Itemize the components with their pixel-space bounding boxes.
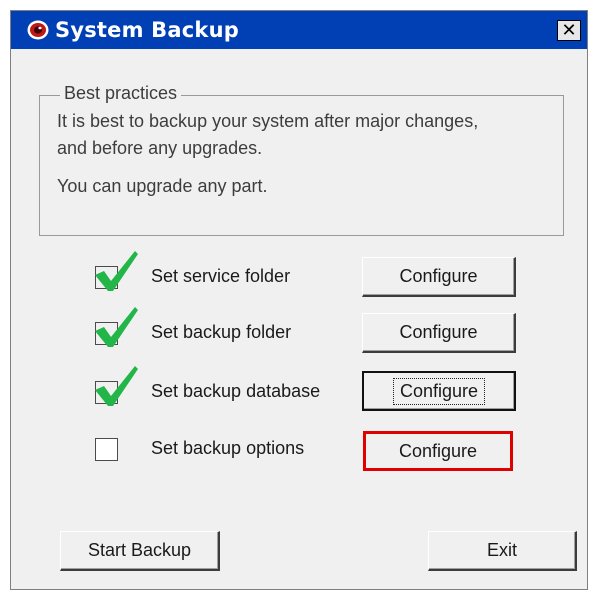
best-practices-line-2: and before any upgrades. — [57, 138, 263, 158]
best-practices-legend: Best practices — [60, 83, 182, 104]
window-title: System Backup — [55, 18, 239, 42]
backup-database-label: Set backup database — [151, 381, 321, 401]
configure-label: Configure — [398, 440, 478, 461]
configure-backup-folder-button[interactable]: Configure — [362, 313, 516, 353]
service-folder-label: Set service folder — [151, 266, 291, 286]
backup-options-label: Set backup options — [151, 438, 305, 458]
configure-label: Configure — [392, 377, 486, 405]
best-practices-line-3: You can upgrade any part. — [57, 176, 268, 196]
checkmark-icon — [95, 307, 138, 347]
configure-backup-database-button[interactable]: Configure — [362, 371, 516, 411]
close-button[interactable]: ✕ — [557, 20, 581, 41]
exit-button[interactable]: Exit — [428, 531, 577, 571]
eye-icon — [27, 20, 49, 40]
service-folder-checkbox[interactable] — [95, 251, 138, 291]
best-practices-line-1: It is best to backup your system after m… — [57, 111, 479, 131]
start-backup-label: Start Backup — [87, 540, 192, 560]
configure-backup-options-button[interactable]: Configure — [363, 431, 513, 471]
configure-service-folder-button[interactable]: Configure — [362, 257, 516, 297]
backup-folder-checkbox[interactable] — [95, 307, 138, 347]
system-backup-dialog: System Backup ✕ Best practices It is bes… — [10, 10, 588, 590]
title-bar[interactable]: System Backup ✕ — [11, 11, 587, 49]
exit-label: Exit — [486, 540, 517, 560]
backup-options-checkbox[interactable] — [95, 438, 118, 461]
close-icon: ✕ — [561, 19, 577, 41]
start-backup-button[interactable]: Start Backup — [60, 531, 220, 571]
configure-label: Configure — [399, 322, 478, 342]
configure-label: Configure — [399, 266, 478, 286]
checkmark-icon — [95, 251, 138, 291]
backup-folder-label: Set backup folder — [151, 322, 292, 342]
backup-database-checkbox[interactable] — [95, 366, 138, 406]
checkmark-icon — [95, 366, 138, 406]
